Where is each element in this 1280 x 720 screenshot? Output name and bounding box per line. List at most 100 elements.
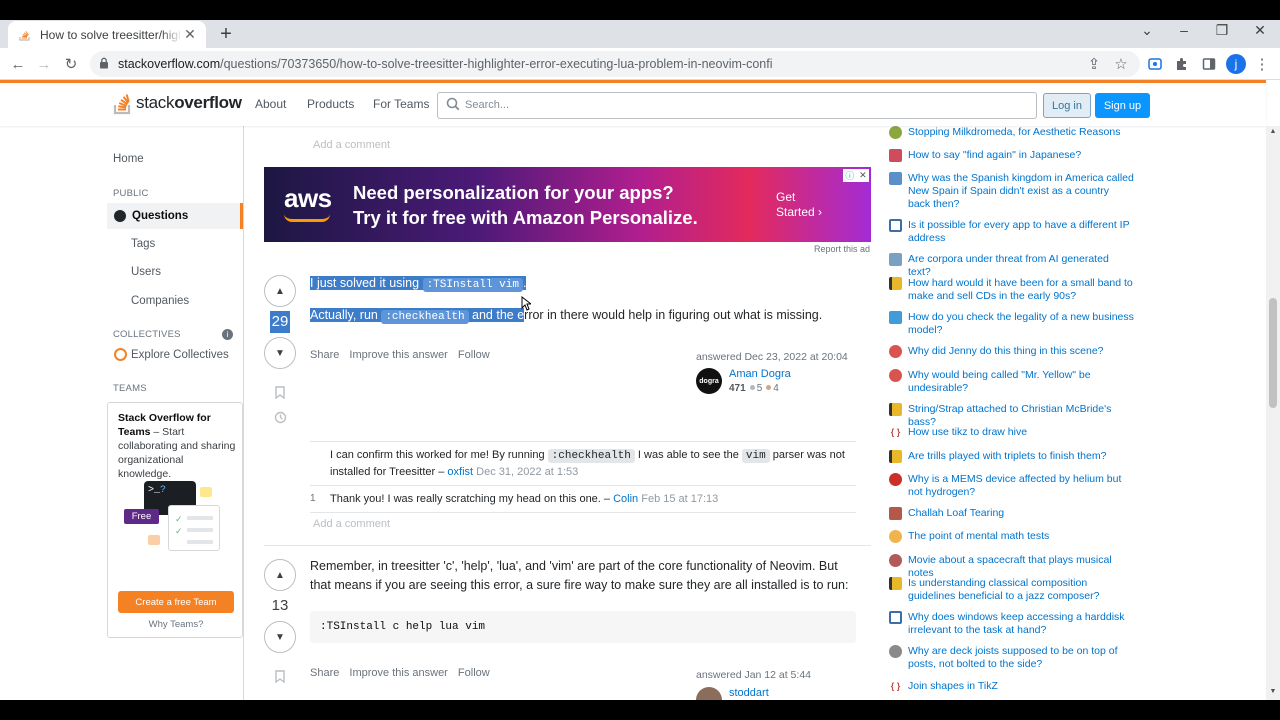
site-icon	[889, 219, 902, 232]
chat-bubble-icon	[148, 535, 160, 545]
hot-question-item[interactable]: How to say "find again" in Japanese?	[889, 149, 1134, 162]
share-link[interactable]: Share	[310, 349, 339, 361]
answer2-score: 13	[271, 597, 289, 614]
share-icon[interactable]: ⇪	[1083, 53, 1105, 75]
site-icon	[889, 172, 902, 185]
bookmark-star-icon[interactable]: ☆	[1110, 53, 1132, 75]
hot-question-item[interactable]: Why would being called "Mr. Yellow" be u…	[889, 369, 1134, 395]
downvote-button[interactable]: ▼	[264, 621, 296, 653]
comment-date[interactable]: Feb 15 at 17:13	[641, 493, 718, 505]
site-icon	[889, 311, 902, 324]
hot-question-item[interactable]: { } How use tikz to draw hive	[889, 426, 1134, 439]
upvote-button[interactable]: ▲	[264, 275, 296, 307]
share-link[interactable]: Share	[310, 667, 339, 679]
nav-tags[interactable]: Tags	[131, 238, 155, 250]
create-team-button[interactable]: Create a free Team	[118, 591, 234, 613]
report-ad-link[interactable]: Report this ad	[814, 244, 870, 254]
hot-question-item[interactable]: Stopping Milkdromeda, for Aesthetic Reas…	[889, 126, 1134, 139]
hot-question-item[interactable]: { } Join shapes in TikZ	[889, 680, 1134, 693]
advertisement-banner[interactable]: aws Need personalization for your apps? …	[264, 167, 871, 242]
history-icon[interactable]	[264, 411, 296, 427]
hot-question-item[interactable]: How do you check the legality of a new b…	[889, 311, 1134, 337]
scrollbar-thumb[interactable]	[1269, 298, 1277, 408]
ad-choices-icon[interactable]: ⓘ ✕	[843, 169, 869, 182]
comment-user[interactable]: Colin	[613, 493, 638, 505]
upvote-button[interactable]: ▲	[264, 559, 296, 591]
improve-answer-link[interactable]: Improve this answer	[349, 667, 447, 679]
collectives-icon	[114, 348, 127, 361]
forward-icon[interactable]: →	[33, 53, 55, 75]
hot-question-item[interactable]: Why are deck joists supposed to be on to…	[889, 645, 1134, 671]
side-panel-icon[interactable]	[1198, 53, 1220, 75]
user-name[interactable]: Aman Dogra	[729, 368, 791, 380]
hot-question-title: How hard would it have been for a small …	[908, 277, 1133, 302]
minimize-icon[interactable]: –	[1174, 22, 1194, 38]
hot-question-item[interactable]: Why did Jenny do this thing in this scen…	[889, 345, 1134, 358]
nav-for-teams[interactable]: For Teams	[373, 97, 429, 111]
follow-link[interactable]: Follow	[458, 349, 490, 361]
scroll-up-icon[interactable]: ▲	[1266, 128, 1280, 135]
site-icon	[889, 369, 902, 382]
hot-question-item[interactable]: Why does windows keep accessing a harddi…	[889, 611, 1134, 637]
user-avatar[interactable]: dogra	[696, 368, 722, 394]
hot-question-item[interactable]: Is understanding classical composition g…	[889, 577, 1134, 603]
site-icon	[889, 277, 902, 290]
nav-users[interactable]: Users	[131, 266, 161, 278]
site-icon: { }	[889, 426, 902, 439]
hot-question-item[interactable]: Is it possible for every app to have a d…	[889, 219, 1134, 245]
comment-user[interactable]: oxfist	[447, 466, 473, 478]
hot-question-item[interactable]: Are corpora under threat from AI generat…	[889, 253, 1134, 279]
inline-code: :checkhealth	[381, 310, 469, 324]
scroll-down-icon[interactable]: ▼	[1266, 688, 1280, 695]
bookmark-icon[interactable]	[264, 670, 296, 686]
hot-question-item[interactable]: How hard would it have been for a small …	[889, 277, 1134, 303]
follow-link[interactable]: Follow	[458, 667, 490, 679]
hot-question-item[interactable]: The point of mental math tests	[889, 530, 1134, 543]
silver-badge-icon	[749, 385, 755, 390]
user-name[interactable]: stoddart	[729, 687, 769, 699]
browser-tab[interactable]: How to solve treesitter/highlighter erro…	[8, 21, 206, 48]
tab-close-icon[interactable]: ✕	[182, 26, 198, 43]
nav-companies[interactable]: Companies	[131, 295, 189, 307]
nav-explore-collectives[interactable]: Explore Collectives	[131, 349, 229, 361]
user-reputation: 471 5 4	[729, 383, 779, 394]
search-input[interactable]: Search...	[437, 92, 1037, 119]
profile-avatar[interactable]: j	[1226, 54, 1246, 74]
info-icon[interactable]: i	[222, 329, 233, 340]
nav-about[interactable]: About	[255, 97, 286, 111]
downvote-button[interactable]: ▼	[264, 337, 296, 369]
back-icon[interactable]: ←	[7, 53, 29, 75]
new-tab-icon[interactable]: +	[216, 23, 236, 46]
extension-cast-icon[interactable]	[1144, 53, 1166, 75]
hot-question-item[interactable]: Why is a MEMS device affected by helium …	[889, 473, 1134, 499]
reload-icon[interactable]: ↻	[60, 53, 82, 75]
comment-date[interactable]: Dec 31, 2022 at 1:53	[476, 466, 578, 478]
site-icon	[889, 507, 902, 520]
improve-answer-link[interactable]: Improve this answer	[349, 349, 447, 361]
hot-question-item[interactable]: Are trills played with triplets to finis…	[889, 450, 1134, 463]
ad-cta[interactable]: Get Started ›	[776, 190, 836, 220]
menu-kebab-icon[interactable]: ⋮	[1251, 53, 1273, 75]
comment: 1 Thank you! I was really scratching my …	[310, 486, 856, 513]
signup-button[interactable]: Sign up	[1095, 93, 1150, 118]
login-button[interactable]: Log in	[1043, 93, 1091, 118]
nav-products[interactable]: Products	[307, 97, 354, 111]
add-comment-link[interactable]: Add a comment	[313, 518, 390, 530]
comment-text: I was able to see the	[634, 449, 742, 461]
bookmark-icon[interactable]	[264, 386, 296, 402]
page-scrollbar[interactable]: ▲ ▼	[1266, 126, 1280, 700]
add-comment-link[interactable]: Add a comment	[313, 139, 390, 151]
user-avatar[interactable]	[696, 687, 722, 700]
extensions-puzzle-icon[interactable]	[1171, 53, 1193, 75]
window-close-icon[interactable]: ✕	[1250, 22, 1270, 39]
nav-questions[interactable]: Questions	[107, 203, 243, 229]
nav-home[interactable]: Home	[113, 153, 144, 165]
hot-question-item[interactable]: Challah Loaf Tearing	[889, 507, 1134, 520]
maximize-icon[interactable]: ❐	[1212, 22, 1232, 39]
address-bar[interactable]: stackoverflow.com/questions/70373650/how…	[90, 51, 1140, 77]
tab-search-icon[interactable]: ⌄	[1137, 22, 1157, 39]
answer2-post-menu: Share Improve this answer Follow	[310, 667, 497, 679]
so-logo[interactable]: stack overflow	[113, 91, 242, 115]
hot-question-item[interactable]: Why was the Spanish kingdom in America c…	[889, 172, 1134, 211]
why-teams-link[interactable]: Why Teams?	[108, 619, 244, 630]
